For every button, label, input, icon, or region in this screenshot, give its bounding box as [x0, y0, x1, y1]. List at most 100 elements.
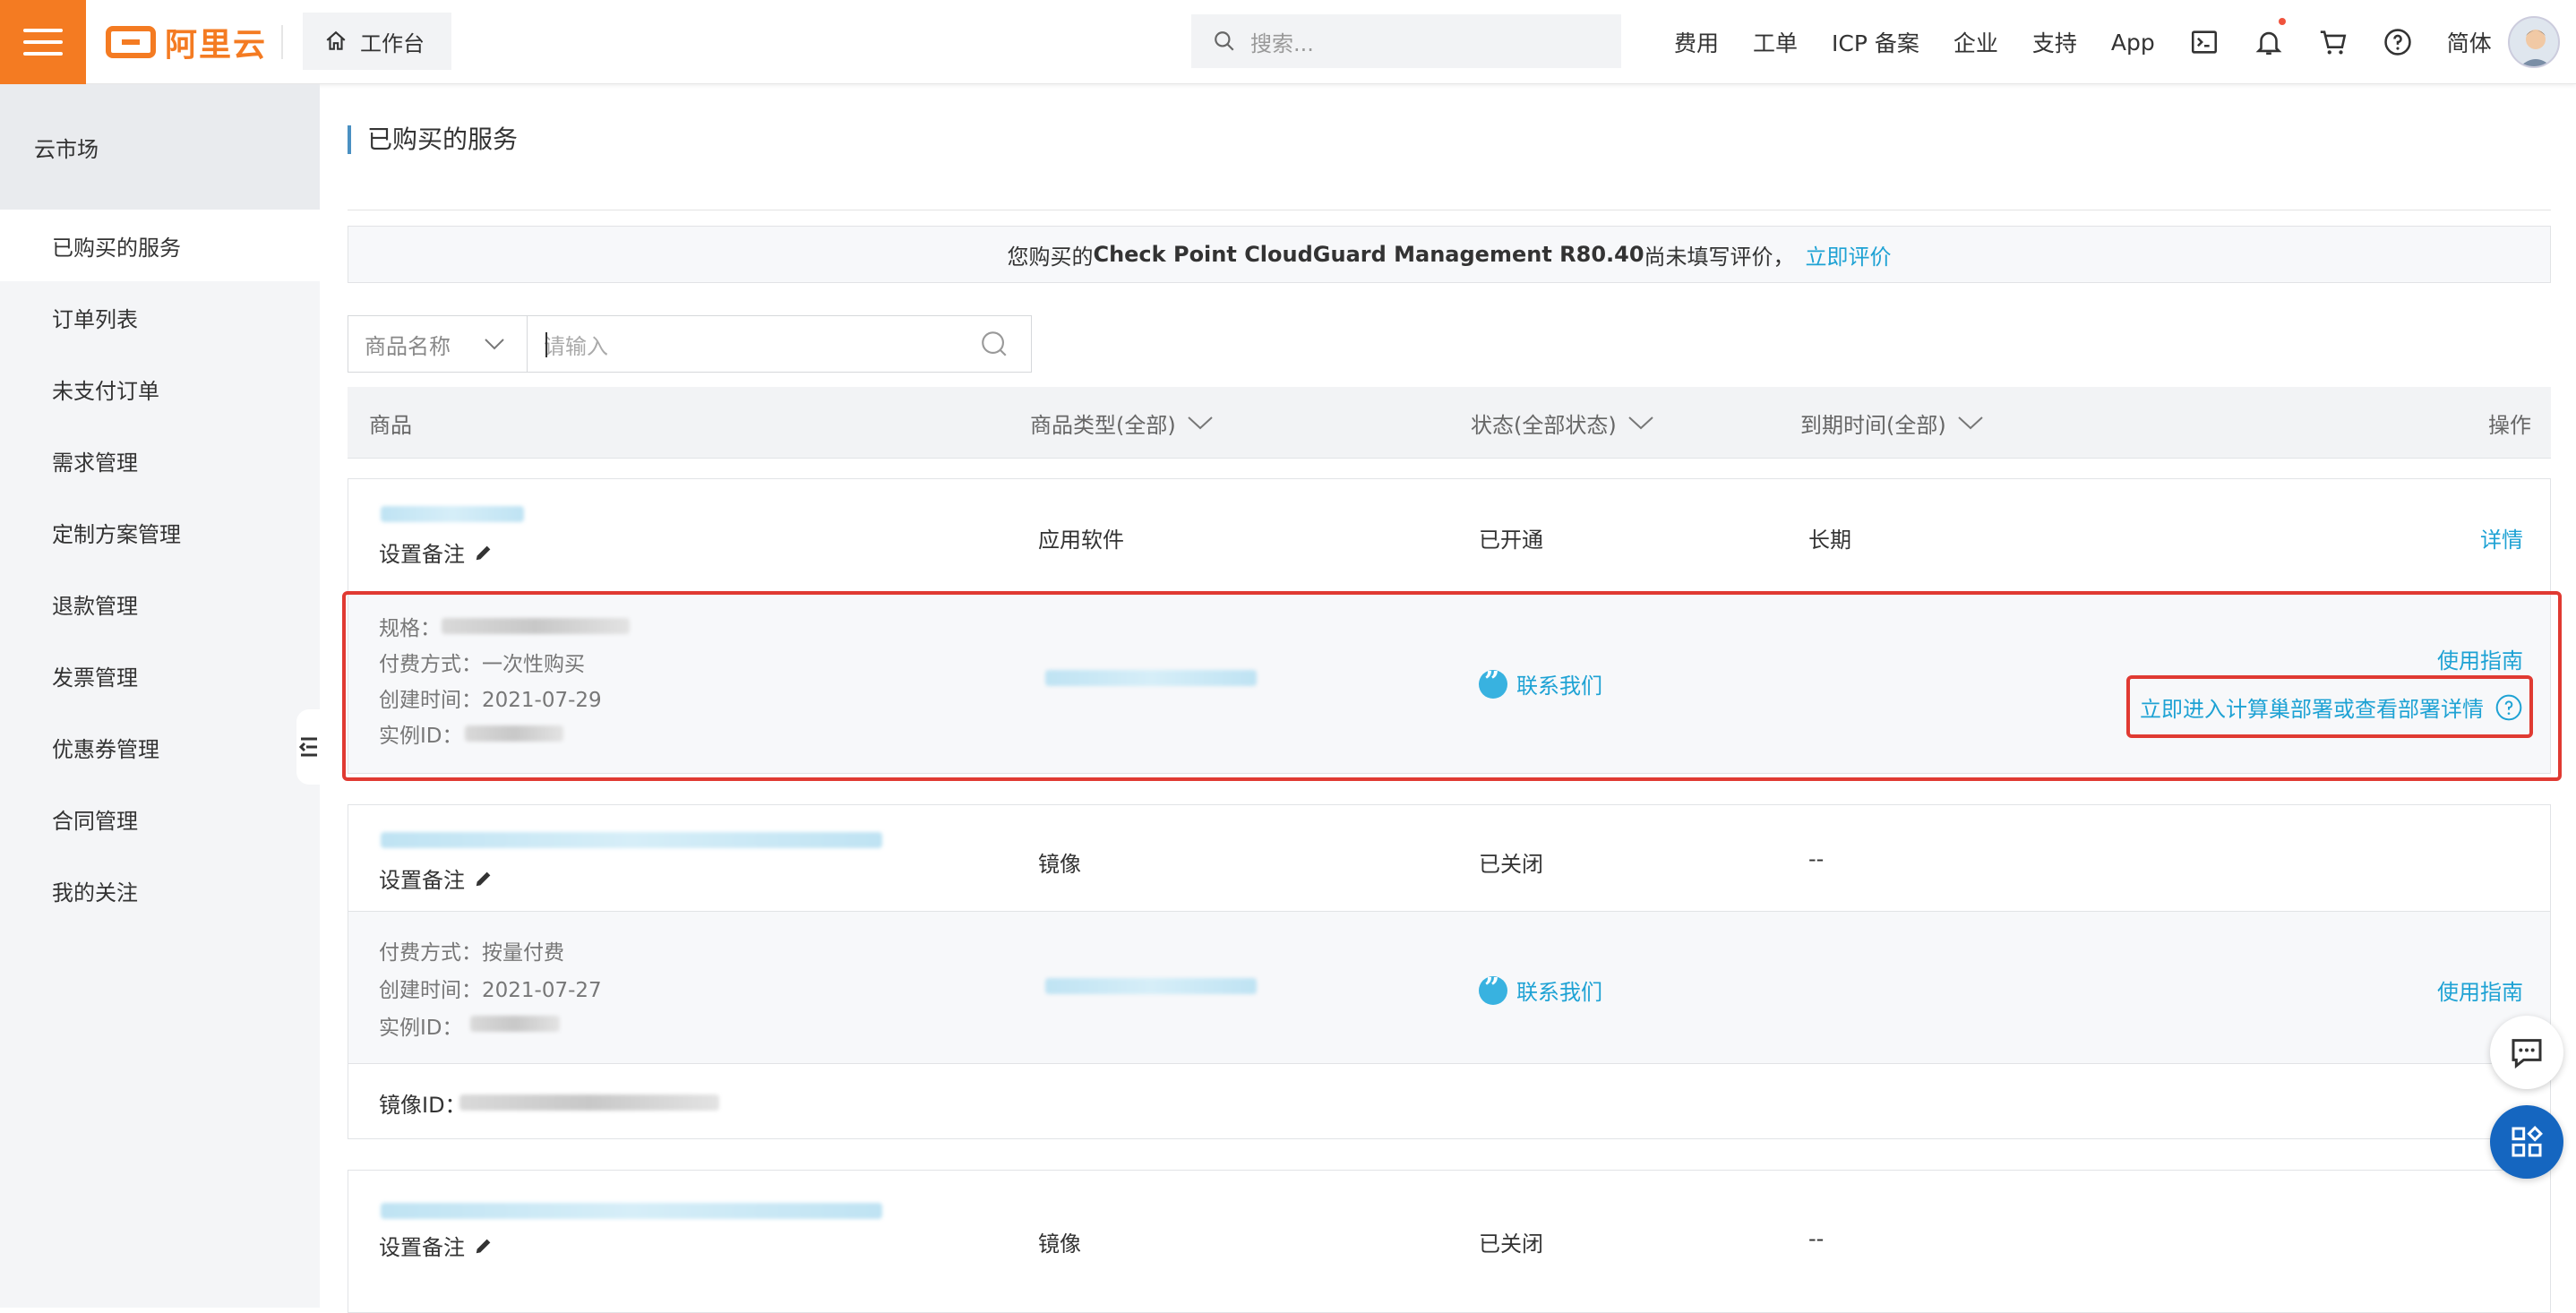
set-note-button[interactable]: 设置备注 — [379, 862, 494, 894]
sidebar-item-following[interactable]: 我的关注 — [0, 854, 320, 926]
collapse-icon — [299, 737, 317, 757]
col-status-filter[interactable]: 状态(全部状态) — [1471, 387, 1654, 459]
product-type: 应用软件 — [1038, 528, 1124, 553]
chevron-down-icon — [485, 339, 504, 350]
filter-field-select[interactable]: 商品名称 — [348, 316, 528, 372]
notice-suffix: 尚未填写评价， — [1644, 244, 1795, 270]
filter-field-label: 商品名称 — [365, 333, 451, 359]
set-note-label: 设置备注 — [379, 868, 465, 893]
page-title: 已购买的服务 — [348, 125, 518, 154]
nav-support[interactable]: 支持 — [2015, 0, 2094, 84]
set-note-button[interactable]: 设置备注 — [379, 536, 494, 568]
sidebar-item-unpaid[interactable]: 未支付订单 — [0, 353, 320, 425]
product-status: 已开通 — [1479, 528, 1543, 553]
chat-bubble-icon — [1479, 973, 1507, 1005]
details-link[interactable]: 详情 — [2480, 522, 2523, 554]
edit-icon — [476, 1239, 491, 1253]
cart-icon — [2320, 30, 2347, 55]
product-name-redacted[interactable] — [381, 506, 524, 522]
search-input[interactable]: 搜索... — [1191, 14, 1621, 68]
sidebar-item-contracts[interactable]: 合同管理 — [0, 783, 320, 854]
nav-tickets[interactable]: 工单 — [1736, 0, 1815, 84]
product-type: 镜像 — [1038, 1231, 1081, 1257]
product-name-redacted[interactable] — [381, 1203, 882, 1219]
pay-method: 付费方式：按量付费 — [379, 941, 564, 965]
contact-us-label: 联系我们 — [1516, 980, 1602, 1005]
sidebar-item-custom-plans[interactable]: 定制方案管理 — [0, 496, 320, 568]
edit-icon — [476, 871, 491, 886]
created-time: 创建时间：2021-07-27 — [379, 979, 602, 1002]
feedback-button[interactable] — [2490, 1016, 2563, 1089]
row-details: 付费方式：按量付费 创建时间：2021-07-27 实例ID： 联系我们 使用指… — [348, 911, 2550, 1063]
sidebar-collapse-button[interactable] — [296, 709, 322, 785]
text-caret — [545, 332, 547, 357]
table-row: 设置备注 镜像 已关闭 -- 付费方式：按量付费 创建时间：2021-07-27… — [348, 804, 2551, 1139]
col-product: 商品 — [369, 412, 412, 438]
bell-icon — [2255, 31, 2282, 56]
notice-prefix: 您购买的 — [1007, 244, 1094, 270]
search-icon[interactable] — [979, 329, 1009, 359]
sidebar-item-coupons[interactable]: 优惠券管理 — [0, 711, 320, 783]
chevron-down-icon — [1958, 416, 1983, 430]
sidebar-item-requirements[interactable]: 需求管理 — [0, 425, 320, 496]
table-header: 商品 商品类型(全部) 状态(全部状态) 到期时间(全部) 操作 — [348, 387, 2551, 459]
nav-app[interactable]: App — [2094, 0, 2172, 84]
notice-product: Check Point CloudGuard Management R80.40 — [1093, 242, 1644, 267]
product-type: 镜像 — [1038, 852, 1081, 877]
workbench-button[interactable]: 工作台 — [303, 13, 451, 70]
set-note-label: 设置备注 — [379, 542, 465, 567]
review-now-link[interactable]: 立即评价 — [1806, 239, 1892, 270]
language-switch[interactable]: 简体 — [2430, 0, 2509, 84]
col-type-filter[interactable]: 商品类型(全部) — [1030, 387, 1214, 459]
product-status: 已关闭 — [1479, 852, 1543, 877]
highlight-box-deploy — [2126, 675, 2533, 738]
filter-keyword-input[interactable]: 请输入 — [528, 316, 1031, 372]
instance-info-redacted[interactable] — [1045, 978, 1257, 994]
search-placeholder: 搜索... — [1250, 30, 1314, 56]
cart-button[interactable] — [2301, 0, 2366, 84]
divider — [281, 25, 283, 59]
search-icon — [1215, 31, 1234, 51]
row-main: 设置备注 镜像 已关闭 -- — [348, 1171, 2550, 1283]
image-id-label: 镜像ID： — [379, 1093, 467, 1118]
apps-icon — [2512, 1126, 2543, 1157]
avatar-icon — [2520, 30, 2552, 66]
set-note-label: 设置备注 — [379, 1235, 465, 1260]
chevron-down-icon — [1188, 416, 1213, 430]
nav-fees[interactable]: 费用 — [1657, 0, 1736, 84]
product-expiry: -- — [1808, 1226, 1825, 1251]
notification-button[interactable] — [2237, 0, 2301, 84]
filter-input-placeholder: 请输入 — [544, 333, 608, 359]
sidebar-item-refunds[interactable]: 退款管理 — [0, 568, 320, 639]
review-notice: 您购买的 Check Point CloudGuard Management R… — [348, 226, 2551, 283]
top-nav: 费用 工单 ICP 备案 企业 支持 App 简体 — [1657, 0, 2509, 84]
col-type-label: 商品类型(全部) — [1030, 412, 1176, 438]
notification-dot — [2278, 18, 2286, 25]
avatar[interactable] — [2508, 16, 2560, 68]
nav-icp[interactable]: ICP 备案 — [1815, 0, 1936, 84]
usage-guide-link[interactable]: 使用指南 — [2437, 974, 2523, 1006]
logo-mark — [106, 26, 156, 58]
image-id-redacted — [459, 1094, 719, 1111]
help-button[interactable] — [2366, 0, 2430, 84]
sidebar-item-orders[interactable]: 订单列表 — [0, 281, 320, 353]
col-action: 操作 — [2488, 412, 2531, 438]
contact-us-link[interactable]: 联系我们 — [1479, 973, 1602, 1006]
col-expiry-filter[interactable]: 到期时间(全部) — [1800, 387, 1984, 459]
product-expiry: -- — [1808, 846, 1825, 871]
apps-button[interactable] — [2490, 1105, 2563, 1179]
product-name-redacted[interactable] — [381, 832, 882, 848]
terminal-button[interactable] — [2172, 0, 2237, 84]
nav-enterprise[interactable]: 企业 — [1936, 0, 2015, 84]
menu-icon[interactable] — [0, 0, 86, 84]
row-main: 设置备注 应用软件 已开通 长期 详情 — [348, 479, 2550, 592]
sidebar-item-invoices[interactable]: 发票管理 — [0, 639, 320, 711]
top-bar: 阿里云 工作台 搜索... 费用 工单 ICP 备案 企业 支持 App 简体 — [0, 0, 2576, 84]
chevron-down-icon — [1628, 416, 1653, 430]
set-note-button[interactable]: 设置备注 — [379, 1230, 494, 1261]
row-image-id: 镜像ID： — [348, 1063, 2550, 1138]
aliyun-logo[interactable]: 阿里云 — [106, 23, 267, 64]
col-status-label: 状态(全部状态) — [1471, 412, 1617, 438]
sidebar-item-purchased[interactable]: 已购买的服务 — [0, 210, 320, 281]
row-main: 设置备注 镜像 已关闭 -- — [348, 805, 2550, 911]
